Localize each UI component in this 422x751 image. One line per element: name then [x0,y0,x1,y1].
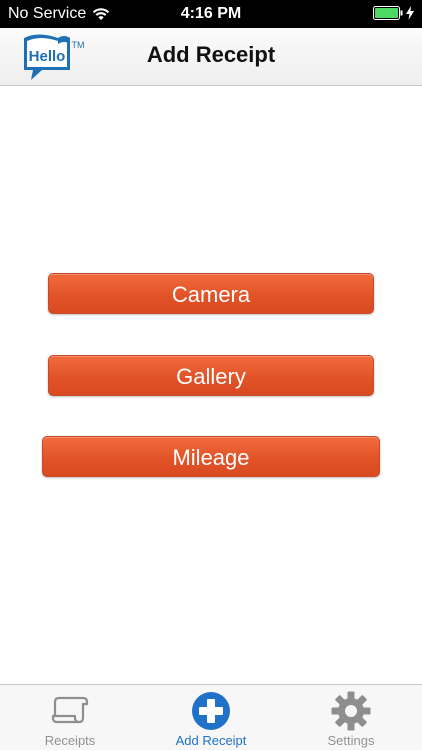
receipt-icon [49,690,91,732]
nav-bar: Hello TM Add Receipt [0,28,422,86]
tab-receipts-label: Receipts [44,733,96,748]
status-bar: No Service 4:16 PM [0,0,422,28]
tab-add-receipt-label: Add Receipt [175,733,247,748]
tab-add-receipt[interactable]: Add Receipt [141,685,281,751]
gallery-button[interactable]: Gallery [48,355,374,396]
mileage-button[interactable]: Mileage [42,436,380,477]
gear-icon [330,690,372,732]
status-right [373,6,414,20]
tab-receipts[interactable]: Receipts [0,685,140,751]
camera-button[interactable]: Camera [48,273,374,314]
plus-circle-icon [190,690,232,732]
battery-icon [373,6,403,20]
tab-settings[interactable]: Settings [281,685,421,751]
status-time: 4:16 PM [180,5,242,22]
bolt-icon [406,6,414,20]
page-title: Add Receipt [146,42,276,67]
tab-bar: Receipts Add Receipt Settings [0,684,422,750]
tab-settings-label: Settings [327,733,375,748]
